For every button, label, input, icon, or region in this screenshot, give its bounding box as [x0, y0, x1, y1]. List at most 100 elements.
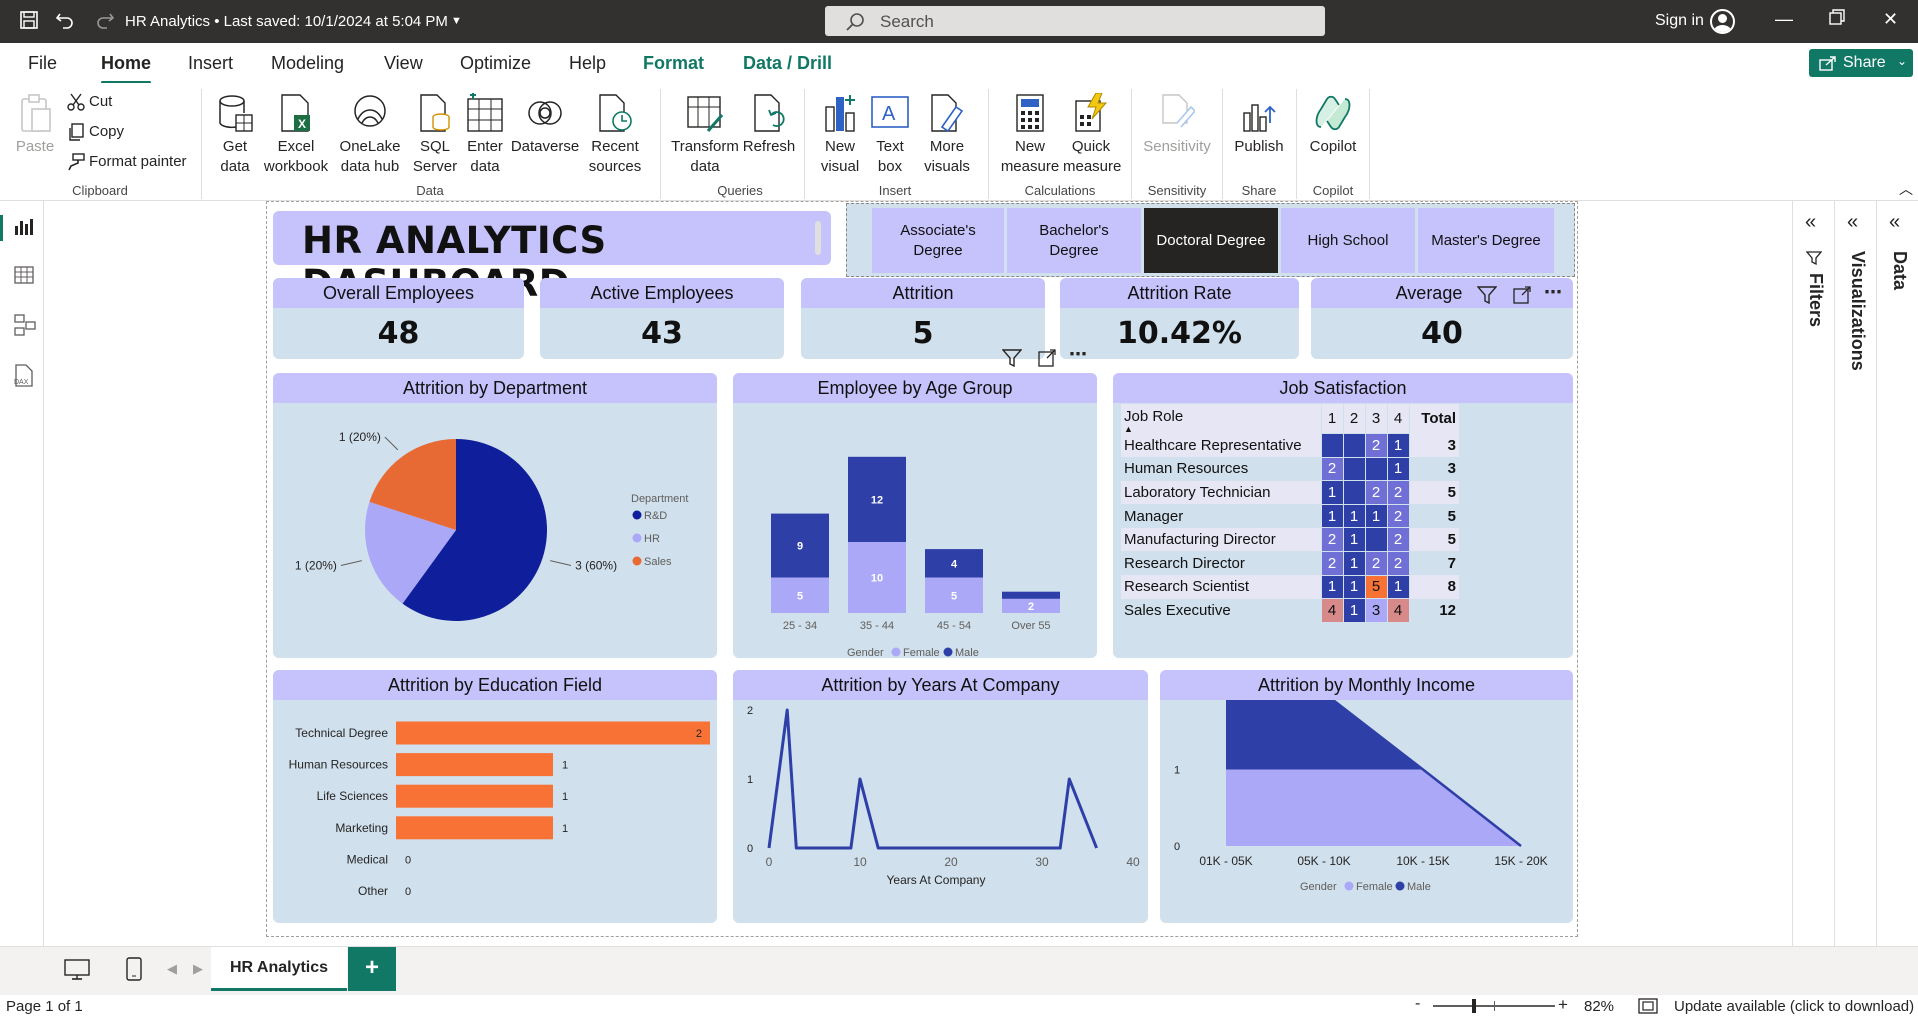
- x-tick-label: 45 - 54: [937, 620, 971, 632]
- paste-button[interactable]: Paste: [12, 93, 58, 157]
- page-tab-hr-analytics[interactable]: HR Analytics: [211, 947, 347, 991]
- close-icon[interactable]: ✕: [1883, 9, 1898, 30]
- menu-insert[interactable]: Insert: [188, 53, 233, 74]
- cut-button[interactable]: Cut: [67, 93, 112, 111]
- quick-measure-button[interactable]: Quick measure: [1063, 93, 1121, 177]
- sensitivity-icon: [1162, 94, 1195, 128]
- expand-visualizations-icon[interactable]: «: [1847, 211, 1858, 234]
- matrix-row[interactable]: Human Resources 2 1 3: [1121, 456, 1459, 482]
- more-options-icon[interactable]: ⋯: [1544, 282, 1562, 303]
- dataverse-button[interactable]: Dataverse: [510, 93, 580, 157]
- filter-icon[interactable]: [1002, 349, 1022, 367]
- filters-pane[interactable]: « Filters: [1792, 201, 1832, 946]
- desktop-layout-icon[interactable]: [64, 959, 90, 981]
- sensitivity-button[interactable]: Sensitivity: [1140, 93, 1214, 157]
- filter-icon[interactable]: [1477, 286, 1497, 304]
- copy-button[interactable]: Copy: [69, 123, 124, 141]
- copilot-button[interactable]: Copilot: [1305, 93, 1361, 157]
- menu-data-drill[interactable]: Data / Drill: [743, 53, 832, 74]
- update-available-link[interactable]: Update available (click to download): [1674, 998, 1914, 1015]
- search-box[interactable]: Search: [825, 6, 1325, 36]
- menu-home[interactable]: Home: [101, 53, 152, 84]
- more-options-icon[interactable]: ⋯: [1069, 344, 1087, 365]
- redo-icon[interactable]: [95, 11, 115, 33]
- fit-to-page-icon[interactable]: [1638, 998, 1658, 1014]
- window-title: HR Analytics • Last saved: 10/1/2024 at …: [125, 13, 448, 30]
- matrix-row[interactable]: Research Director 2 1 2 2 7: [1121, 550, 1459, 576]
- format-painter-button[interactable]: Format painter: [68, 153, 187, 171]
- matrix-row[interactable]: Laboratory Technician 1 2 2 5: [1121, 480, 1459, 505]
- zoom-in-button[interactable]: +: [1558, 995, 1568, 1015]
- matrix-row[interactable]: Research Scientist 1 1 5 1 8: [1121, 574, 1459, 600]
- menu-view[interactable]: View: [384, 53, 423, 74]
- model-view-icon[interactable]: [14, 314, 36, 336]
- x-tick-label: 30: [1035, 855, 1049, 869]
- undo-icon[interactable]: [55, 11, 75, 33]
- legend-marker: [891, 647, 901, 657]
- expand-data-icon[interactable]: «: [1889, 211, 1900, 234]
- signin-link[interactable]: Sign in: [1655, 12, 1704, 30]
- visualizations-pane[interactable]: « Visualizations: [1834, 201, 1874, 946]
- refresh-button[interactable]: Refresh: [742, 93, 796, 157]
- recent-sources-button[interactable]: Recent sources: [583, 93, 647, 177]
- slicer-option-masters[interactable]: Master's Degree: [1418, 208, 1554, 273]
- sensitivity-label: Sensitivity: [1143, 138, 1211, 155]
- title-chevron-down-icon[interactable]: ▼: [451, 15, 462, 27]
- menu-modeling[interactable]: Modeling: [271, 53, 344, 74]
- matrix-header-job-role[interactable]: Job Role ▲: [1121, 404, 1321, 434]
- matrix-row[interactable]: Manager 1 1 1 2 5: [1121, 503, 1459, 529]
- publish-button[interactable]: Publish: [1231, 93, 1287, 157]
- slicer-option-high-school[interactable]: High School: [1281, 208, 1415, 273]
- sql-server-button[interactable]: SQL Server: [411, 93, 459, 177]
- focus-mode-icon[interactable]: [1038, 349, 1056, 367]
- minimize-icon[interactable]: —: [1775, 9, 1793, 30]
- zoom-out-button[interactable]: -: [1415, 995, 1420, 1013]
- visualizations-label: Visualizations: [1848, 251, 1868, 371]
- chart-title: Attrition by Education Field: [273, 670, 717, 700]
- get-data-button[interactable]: Get data: [210, 93, 260, 177]
- restore-icon[interactable]: [1829, 9, 1845, 30]
- matrix-row[interactable]: Healthcare Representative 2 1 3: [1121, 433, 1459, 458]
- previous-page-icon[interactable]: ◀: [167, 961, 177, 977]
- chart-title: Attrition by Years At Company: [733, 670, 1148, 700]
- share-button[interactable]: Share ⌄: [1809, 49, 1913, 77]
- excel-workbook-button[interactable]: X Excel workbook: [262, 93, 330, 177]
- more-visuals-button[interactable]: More visuals: [917, 93, 977, 177]
- data-pane[interactable]: « Data: [1876, 201, 1916, 946]
- onelake-button[interactable]: OneLake data hub: [332, 93, 408, 177]
- scroll-handle[interactable]: [815, 221, 821, 255]
- slicer-option-bachelors[interactable]: Bachelor's Degree: [1007, 208, 1141, 273]
- add-page-button[interactable]: +: [348, 947, 396, 991]
- matrix-row[interactable]: Manufacturing Director 2 1 2 5: [1121, 527, 1459, 552]
- transform-data-button[interactable]: Transform data: [670, 93, 740, 177]
- avatar-icon[interactable]: [1710, 9, 1735, 34]
- collapse-ribbon-icon[interactable]: ︿: [1899, 179, 1913, 199]
- pie-leader-line: [550, 560, 572, 567]
- menu-optimize[interactable]: Optimize: [460, 53, 531, 74]
- mobile-layout-icon[interactable]: [126, 957, 142, 981]
- text-box-button[interactable]: A Text box: [866, 93, 914, 177]
- zoom-slider-thumb[interactable]: [1472, 999, 1476, 1013]
- enter-data-button[interactable]: Enter data: [463, 93, 507, 177]
- report-view-icon[interactable]: [14, 218, 34, 236]
- new-measure-button[interactable]: New measure: [1000, 93, 1060, 177]
- new-visual-button[interactable]: New visual: [817, 93, 863, 177]
- matrix-row[interactable]: Sales Executive 4 1 3 4 12: [1121, 598, 1459, 623]
- menu-help[interactable]: Help: [569, 53, 606, 74]
- slicer-option-doctoral[interactable]: Doctoral Degree: [1144, 208, 1278, 273]
- enter-data-label: Enter data: [467, 138, 503, 175]
- matrix-cell: 1: [1342, 527, 1366, 552]
- menu-file[interactable]: File: [28, 53, 57, 74]
- expand-filters-icon[interactable]: «: [1805, 211, 1816, 234]
- x-tick-label: 10: [853, 855, 867, 869]
- menu-format[interactable]: Format: [643, 53, 704, 74]
- slicer-option-associates[interactable]: Associate's Degree: [872, 208, 1004, 273]
- title-bar: HR Analytics • Last saved: 10/1/2024 at …: [0, 0, 1918, 43]
- save-icon[interactable]: [20, 11, 38, 33]
- scissors-icon: [67, 93, 85, 111]
- focus-mode-icon[interactable]: [1513, 286, 1531, 304]
- dax-query-view-icon[interactable]: DAX: [12, 364, 36, 388]
- next-page-icon[interactable]: ▶: [193, 961, 203, 977]
- bar-data-label: 2: [696, 728, 702, 740]
- table-view-icon[interactable]: [14, 266, 34, 284]
